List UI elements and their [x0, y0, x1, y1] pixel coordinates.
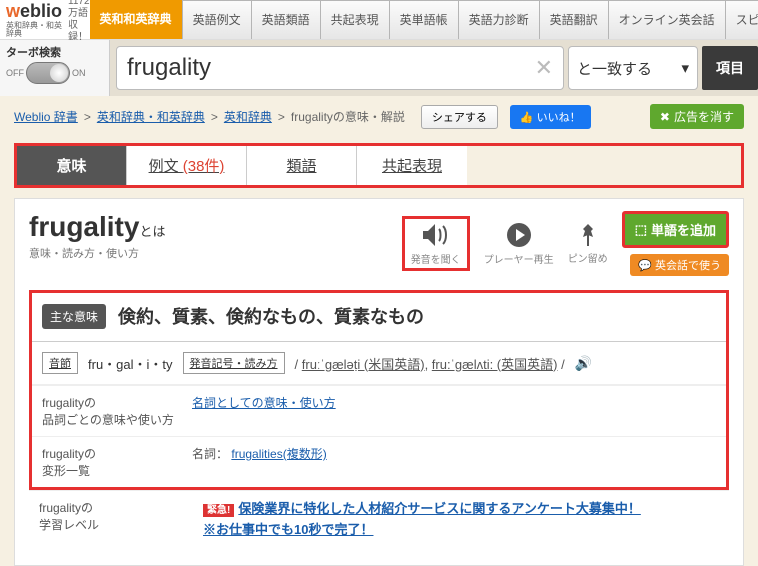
- urgent-badge: 緊急!: [203, 504, 234, 517]
- ipa-text: / fruːˈɡæləṭi (米国英語), fru:ˈgælʌti: (英国英語…: [295, 354, 565, 373]
- search-button[interactable]: 項目: [702, 46, 758, 90]
- player-button[interactable]: プレーヤー再生: [484, 221, 554, 266]
- inflect-prefix: 名詞：: [192, 447, 228, 461]
- inflection-row: frugalityの 変形一覧 名詞： frugalities(複数形): [32, 436, 726, 487]
- nav-tab-ej[interactable]: 英和和英辞典: [90, 0, 183, 39]
- word-title: frugalityとは: [29, 211, 165, 243]
- toggle-on-label: ON: [72, 68, 86, 78]
- nav-tab-eikaiwa[interactable]: オンライン英会話: [609, 0, 726, 39]
- pronunciation-badge[interactable]: 発音記号・読み方: [183, 352, 285, 374]
- ipa-play-icon[interactable]: 🔊: [575, 355, 592, 372]
- main-meaning-row: 主な意味 倹約、質素、倹約なもの、質素なもの: [32, 293, 726, 342]
- breadcrumb-link[interactable]: 英和辞典: [224, 108, 272, 125]
- word-subtitle: 意味・読み方・使い方: [29, 245, 165, 261]
- plus-doc-icon: ⬚: [635, 222, 647, 238]
- search-row: ターボ検索 OFF ON ✕ と一致する ▾ 項目: [0, 40, 758, 96]
- breadcrumb-tail: frugalityの意味・解説: [291, 108, 405, 125]
- fb-like-button[interactable]: 👍 いいね！: [510, 105, 591, 129]
- nav-tab-wordbook[interactable]: 英単語帳: [390, 0, 459, 39]
- search-box: ✕: [116, 46, 564, 90]
- add-word-button[interactable]: ⬚ 単語を追加: [622, 211, 729, 248]
- breadcrumb-row: Weblio 辞書> 英和辞典・和英辞典> 英和辞典> frugalityの意味…: [0, 96, 758, 137]
- share-button[interactable]: シェアする: [421, 105, 498, 129]
- syllable-text: fru・gal・i・ty: [88, 354, 173, 373]
- match-type-select[interactable]: と一致する ▾: [568, 46, 698, 90]
- turbo-toggle[interactable]: [26, 62, 70, 84]
- breadcrumb-link[interactable]: Weblio 辞書: [14, 108, 78, 125]
- speak-button[interactable]: 発音を聞く: [402, 216, 470, 271]
- logo[interactable]: weblio 英和辞典・和英辞典: [0, 0, 68, 39]
- match-label: と一致する: [577, 58, 652, 79]
- turbo-label: ターボ検索: [6, 44, 103, 60]
- level-row: frugalityの 学習レベル 緊急!保険業界に特化した人材紹介サービスに関す…: [29, 490, 729, 549]
- subtab-related[interactable]: 類語: [247, 146, 357, 185]
- sub-tabs: 意味 例文 (38件) 類語 共起表現: [14, 143, 744, 188]
- nav-tab-examples[interactable]: 英語例文: [183, 0, 252, 39]
- nav-tab-diag[interactable]: 英語力診断: [459, 0, 540, 39]
- breadcrumb-link[interactable]: 英和辞典・和英辞典: [97, 108, 205, 125]
- subtab-cooccur[interactable]: 共起表現: [357, 146, 467, 185]
- nav-tab-cooccur[interactable]: 共起表現: [321, 0, 390, 39]
- global-nav: 英和和英辞典 英語例文 英語類語 共起表現 英単語帳 英語力診断 英語翻訳 オン…: [90, 0, 758, 39]
- header-tools: 発音を聞く プレーヤー再生 ピン留め ⬚ 単語を追加 💬 英会話で使う: [402, 211, 729, 276]
- pin-icon: [575, 222, 601, 248]
- pos-row: frugalityの 品詞ごとの意味や使い方 名詞としての意味・使い方: [32, 385, 726, 436]
- nav-tab-thesaurus[interactable]: 英語類語: [252, 0, 321, 39]
- turbo-search-cell: ターボ検索 OFF ON: [0, 40, 110, 96]
- subtab-meaning[interactable]: 意味: [17, 146, 127, 185]
- chevron-down-icon: ▾: [681, 59, 689, 77]
- subtab-examples[interactable]: 例文 (38件): [127, 146, 247, 185]
- syllable-row: 音節 fru・gal・i・ty 発音記号・読み方 / fruːˈɡæləṭi (…: [32, 342, 726, 385]
- speaker-icon: [420, 221, 452, 249]
- search-input[interactable]: [127, 54, 535, 82]
- main-meaning-badge: 主な意味: [42, 304, 106, 329]
- main-meaning: 倹約、質素、倹約なもの、質素なもの: [118, 303, 424, 329]
- word-header: frugalityとは 意味・読み方・使い方 発音を聞く プレーヤー再生 ピン留…: [29, 211, 729, 276]
- toggle-off-label: OFF: [6, 68, 24, 78]
- close-icon: ✖: [660, 110, 670, 124]
- record-count: 1172万語収録！: [68, 0, 90, 39]
- summary-box: 主な意味 倹約、質素、倹約なもの、質素なもの 音節 fru・gal・i・ty 発…: [29, 290, 729, 490]
- pos-link[interactable]: 名詞としての意味・使い方: [192, 396, 336, 410]
- use-eikaiwa-button[interactable]: 💬 英会話で使う: [630, 254, 729, 276]
- nav-tab-translate[interactable]: 英語翻訳: [540, 0, 609, 39]
- syllable-badge[interactable]: 音節: [42, 352, 78, 374]
- chat-icon: 💬: [638, 259, 652, 272]
- pin-button[interactable]: ピン留め: [568, 222, 608, 265]
- content-panel: frugalityとは 意味・読み方・使い方 発音を聞く プレーヤー再生 ピン留…: [14, 198, 744, 566]
- clear-icon[interactable]: ✕: [535, 55, 553, 81]
- play-icon: [505, 221, 533, 249]
- top-row: weblio 英和辞典・和英辞典 1172万語収録！ 英和和英辞典 英語例文 英…: [0, 0, 758, 40]
- nav-tab-speaking[interactable]: スピーキング: [726, 0, 758, 39]
- remove-ads-button[interactable]: ✖ 広告を消す: [650, 104, 744, 129]
- inflection-link[interactable]: frugalities(複数形): [231, 447, 326, 461]
- inline-ad[interactable]: 緊急!保険業界に特化した人材紹介サービスに関するアンケート大募集中！ ※お仕事中…: [203, 499, 641, 541]
